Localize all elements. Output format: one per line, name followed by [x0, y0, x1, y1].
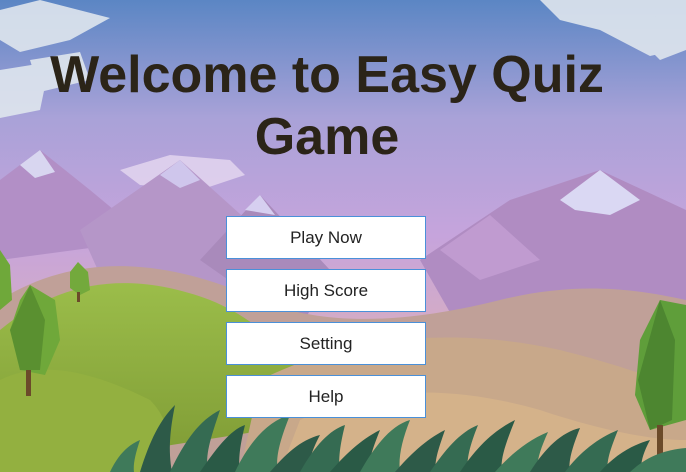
high-score-button[interactable]: High Score	[226, 269, 426, 312]
title-line-2: Game	[254, 108, 400, 166]
setting-button[interactable]: Setting	[226, 322, 426, 365]
help-button[interactable]: Help	[226, 375, 426, 418]
play-now-button[interactable]: Play Now	[226, 216, 426, 259]
game-screen: Welcome to Easy Quiz Game Play Now High …	[0, 0, 686, 472]
main-menu: Play Now High Score Setting Help	[226, 216, 426, 428]
title-line-1: Welcome to Easy Quiz	[50, 46, 604, 104]
page-title: Welcome to Easy Quiz Game	[0, 44, 654, 168]
